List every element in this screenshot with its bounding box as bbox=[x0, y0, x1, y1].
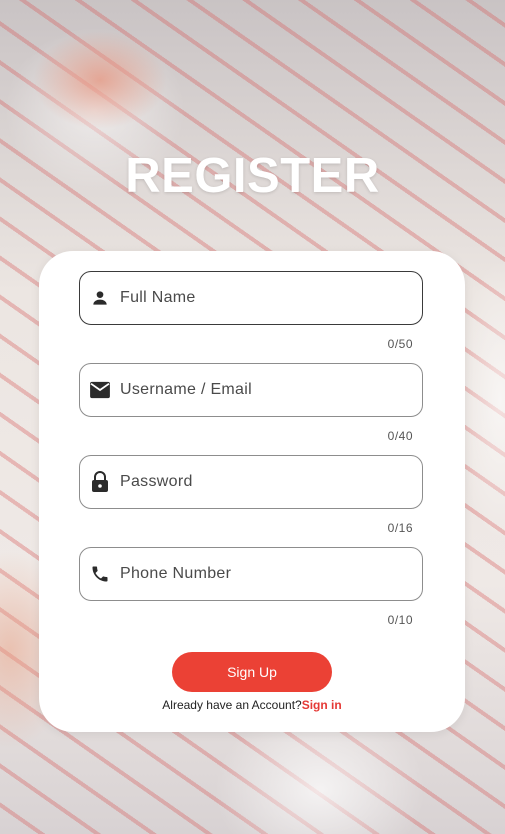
lock-icon bbox=[89, 471, 111, 493]
signin-prompt: Already have an Account? bbox=[162, 698, 302, 712]
email-icon bbox=[89, 379, 111, 401]
sign-in-link[interactable]: Sign in bbox=[302, 698, 342, 712]
password-input[interactable] bbox=[120, 473, 410, 491]
sign-up-button[interactable]: Sign Up bbox=[172, 652, 332, 692]
full-name-input[interactable] bbox=[120, 289, 410, 307]
full-name-field[interactable] bbox=[79, 271, 423, 325]
phone-icon bbox=[89, 563, 111, 585]
phone-number-counter: 0/10 bbox=[387, 613, 413, 627]
phone-number-input[interactable] bbox=[120, 565, 410, 583]
full-name-counter: 0/50 bbox=[387, 337, 413, 351]
username-email-input[interactable] bbox=[120, 381, 410, 399]
username-email-field[interactable] bbox=[79, 363, 423, 417]
signin-row: Already have an Account?Sign in bbox=[39, 698, 465, 712]
register-card: 0/50 0/40 0/16 0/10 Sign Up Alrea bbox=[39, 251, 465, 732]
page-title: REGISTER bbox=[125, 149, 380, 203]
person-icon bbox=[89, 287, 111, 309]
phone-number-field[interactable] bbox=[79, 547, 423, 601]
username-email-counter: 0/40 bbox=[387, 429, 413, 443]
password-counter: 0/16 bbox=[387, 521, 413, 535]
password-field[interactable] bbox=[79, 455, 423, 509]
register-screen: REGISTER 0/50 0/40 0/16 bbox=[0, 0, 505, 834]
